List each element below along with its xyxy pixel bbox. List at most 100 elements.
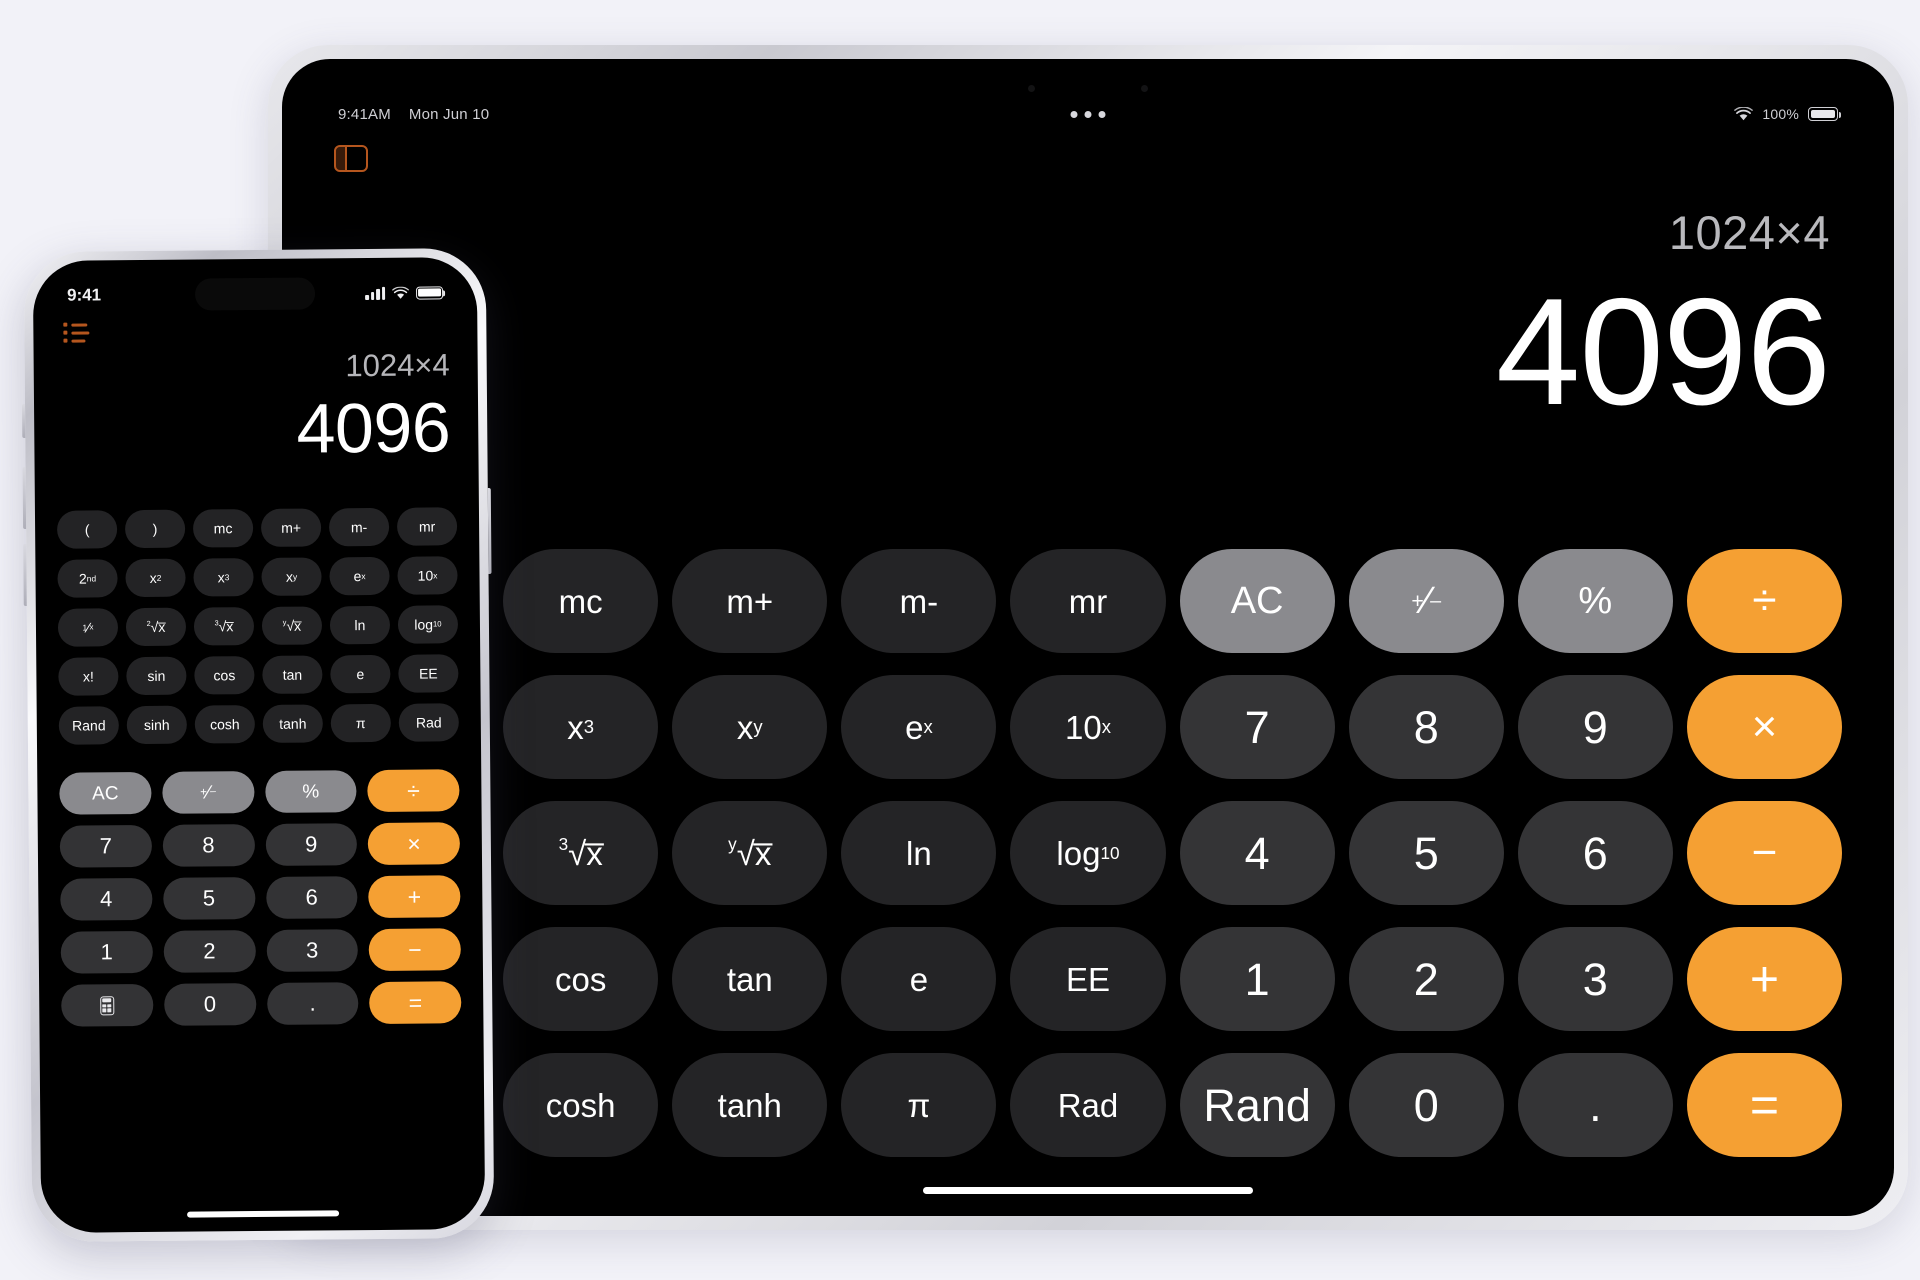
iphone-key-calculator-mode[interactable] [61,983,154,1027]
sidebar-toggle-button[interactable] [334,145,368,173]
ipad-key-4[interactable]: 4 [1179,801,1335,905]
iphone-key-decimal[interactable]: . [266,982,359,1025]
iphone-key-factorial[interactable]: x! [58,657,119,696]
iphone-key-y-root[interactable]: y √x̅ [261,606,323,645]
iphone-key-sinh[interactable]: sinh [126,705,187,745]
ipad-key-log10[interactable]: log 10 [1010,801,1166,905]
iphone-key-tan[interactable]: tan [262,655,323,694]
iphone-key-cube-root[interactable]: 3 √x̅ [193,607,255,646]
iphone-key-divide[interactable]: ÷ [367,769,460,813]
ipad-key-m-minus[interactable]: m- [841,549,997,653]
ipad-key-ten-to-x[interactable]: 10 x [1010,675,1166,779]
ipad-key-5[interactable]: 5 [1348,801,1504,905]
ipad-key-subtract[interactable]: − [1686,801,1842,905]
iphone-key-multiply[interactable]: × [367,822,461,866]
ipad-key-m-plus[interactable]: m+ [672,549,828,653]
ipad-key-mr[interactable]: mr [1010,549,1166,653]
iphone-volume-up-button[interactable] [22,467,27,530]
iphone-key-pi[interactable]: π [330,703,391,743]
ipad-key-multiply[interactable]: × [1686,675,1842,779]
iphone-key-3[interactable]: 3 [266,929,359,972]
iphone-key-x-to-y[interactable]: xy [261,557,322,596]
iphone-key-mr[interactable]: mr [396,507,458,546]
ipad-key-0[interactable]: 0 [1348,1053,1504,1157]
ipad-key-add[interactable]: + [1686,927,1842,1031]
iphone-key-5[interactable]: 5 [162,877,256,920]
ipad-key-e-to-x[interactable]: ex [841,675,997,779]
iphone-key-1[interactable]: 1 [60,930,153,974]
iphone-key-m-minus[interactable]: m- [328,507,390,547]
iphone-key-ten-to-x[interactable]: 10 x [397,556,458,595]
iphone-key-mc[interactable]: mc [192,509,254,548]
iphone-key-9[interactable]: 9 [265,823,358,866]
iphone-key-second[interactable]: 2nd [57,559,118,598]
iphone-key-reciprocal[interactable]: 1 ⁄ x [57,608,119,647]
iphone-key-8[interactable]: 8 [162,824,255,867]
ipad-key-x-cubed[interactable]: x3 [503,675,659,779]
iphone-key-rand[interactable]: Rand [58,706,119,745]
iphone-key-x-cubed[interactable]: x3 [193,558,254,597]
iphone-key-equals[interactable]: = [369,981,462,1025]
ipad-key-ee[interactable]: EE [1010,927,1166,1031]
ipad-key-8[interactable]: 8 [1348,675,1504,779]
ipad-key-rad[interactable]: Rad [1010,1053,1166,1157]
ipad-key-tan[interactable]: tan [672,927,828,1031]
ipad-key-tanh[interactable]: tanh [672,1053,828,1157]
ipad-key-ln[interactable]: ln [841,801,997,905]
ipad-key-pi[interactable]: π [841,1053,997,1157]
iphone-volume-down-button[interactable] [23,544,27,607]
ipad-key-x-to-y[interactable]: xy [672,675,828,779]
iphone-key-m-plus[interactable]: m+ [260,508,322,547]
iphone-key-x-squared[interactable]: x2 [125,558,186,598]
iphone-key-log10[interactable]: log 10 [397,605,459,644]
ipad-key-e[interactable]: e [841,927,997,1031]
ipad-key-decimal[interactable]: . [1517,1053,1673,1157]
ipad-key-rand[interactable]: Rand [1179,1053,1335,1157]
iphone-key-ln[interactable]: ln [329,605,391,645]
ipad-key-cosh[interactable]: cosh [503,1053,659,1157]
ipad-multitask-control[interactable] [1070,110,1106,118]
iphone-key-2[interactable]: 2 [163,930,256,973]
iphone-key-e-to-x[interactable]: ex [329,556,390,596]
ipad-key-divide[interactable]: ÷ [1686,549,1842,653]
ipad-key-3[interactable]: 3 [1517,927,1673,1031]
iphone-mute-switch[interactable] [22,404,26,439]
ipad-key-2[interactable]: 2 [1348,927,1504,1031]
ipad-key-1[interactable]: 1 [1179,927,1335,1031]
history-button[interactable] [63,322,90,343]
ipad-device: 9:41AM Mon Jun 10 100% 1024×4 4096 mc m+… [268,45,1908,1230]
ipad-key-7[interactable]: 7 [1179,675,1335,779]
iphone-key-open-paren[interactable]: ( [56,510,118,549]
iphone-key-4[interactable]: 4 [60,877,153,921]
iphone-key-tanh[interactable]: tanh [262,704,323,743]
ipad-key-equals[interactable]: = [1686,1053,1842,1157]
iphone-key-subtract[interactable]: − [368,928,461,972]
iphone-key-cos[interactable]: cos [194,656,255,695]
ipad-key-mc[interactable]: mc [503,549,659,653]
iphone-key-percent[interactable]: % [264,770,357,813]
iphone-key-sin[interactable]: sin [126,656,187,696]
iphone-key-close-paren[interactable]: ) [124,509,186,549]
ipad-status-date: Mon Jun 10 [408,105,490,123]
iphone-key-cosh[interactable]: cosh [194,705,255,744]
ipad-key-plus-minus[interactable]: + ⁄ – [1348,549,1504,653]
ipad-key-cos[interactable]: cos [503,927,659,1031]
iphone-key-7[interactable]: 7 [59,824,152,868]
iphone-key-all-clear[interactable]: AC [59,771,152,815]
ipad-key-6[interactable]: 6 [1517,801,1673,905]
iphone-key-0[interactable]: 0 [163,983,256,1026]
ipad-key-9[interactable]: 9 [1517,675,1673,779]
ipad-home-indicator[interactable] [923,1187,1253,1194]
iphone-key-add[interactable]: + [368,875,461,919]
iphone-key-rad[interactable]: Rad [398,703,459,742]
iphone-key-plus-minus[interactable]: + ⁄ – [161,771,255,814]
ipad-key-y-root[interactable]: y √x̅ [672,801,828,905]
iphone-key-6[interactable]: 6 [265,876,358,919]
ipad-key-percent[interactable]: % [1517,549,1673,653]
ipad-key-all-clear[interactable]: AC [1179,549,1335,653]
iphone-key-e[interactable]: e [330,654,391,694]
iphone-key-square-root[interactable]: 2 √x̅ [125,607,187,647]
iphone-home-indicator[interactable] [187,1210,340,1218]
iphone-key-ee[interactable]: EE [398,654,459,693]
ipad-key-cube-root[interactable]: 3 √x̅ [503,801,659,905]
